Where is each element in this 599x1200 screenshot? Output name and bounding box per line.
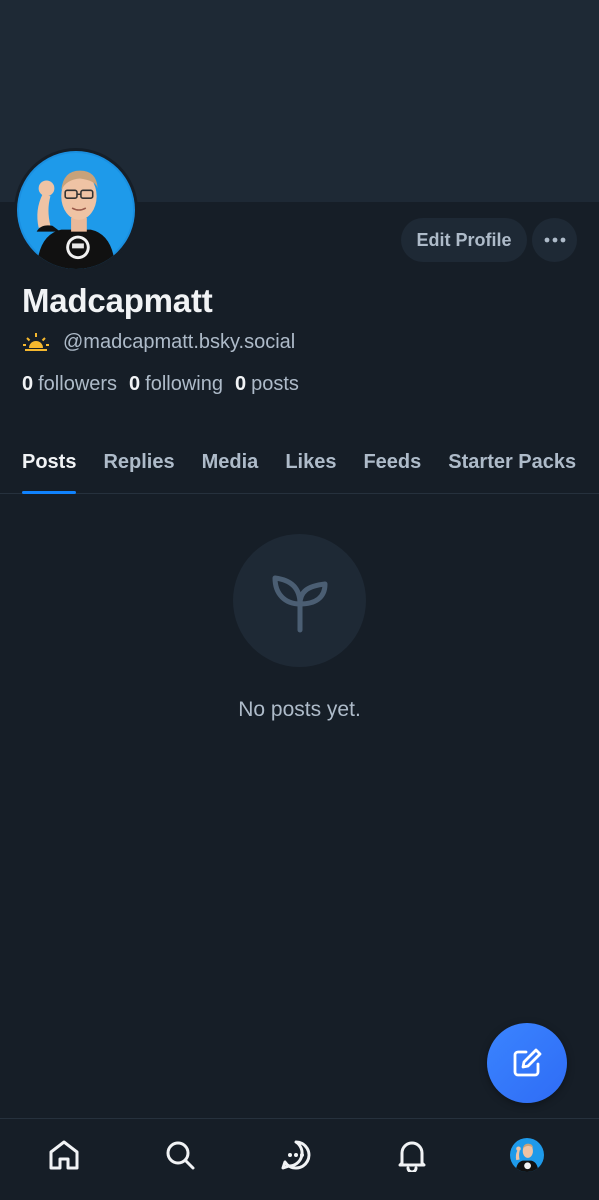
home-icon <box>49 1140 79 1170</box>
followers-label: followers <box>38 373 118 395</box>
profile-tabs: Posts Replies Media Likes Feeds Starter … <box>0 430 599 494</box>
followers-stat[interactable]: 0 followers <box>22 373 117 396</box>
ellipsis-icon <box>544 237 565 243</box>
bottom-nav <box>0 1118 599 1200</box>
profile-handle: @madcapmatt.bsky.social <box>63 330 296 353</box>
posts-count: 0 <box>235 373 247 395</box>
chat-icon <box>281 1140 311 1170</box>
sprout-icon <box>272 575 327 632</box>
nav-home[interactable] <box>46 1137 82 1173</box>
handle-row: @madcapmatt.bsky.social <box>22 330 295 354</box>
empty-state-badge <box>233 534 366 667</box>
following-stat[interactable]: 0 following <box>129 373 223 396</box>
empty-state-text: No posts yet. <box>238 698 361 721</box>
profile-avatar-icon <box>510 1138 544 1172</box>
nav-notifications[interactable] <box>394 1137 430 1173</box>
search-icon <box>166 1141 195 1170</box>
nav-profile[interactable] <box>509 1137 545 1173</box>
profile-screen: Edit Profile Madcapmatt @madcapmatt.bsky… <box>0 0 599 1200</box>
tab-starter-packs[interactable]: Starter Packs <box>448 430 576 494</box>
bell-icon <box>398 1141 426 1172</box>
followers-count: 0 <box>22 373 34 395</box>
tab-replies[interactable]: Replies <box>103 430 174 494</box>
avatar-image <box>17 151 135 269</box>
nav-search[interactable] <box>162 1137 198 1173</box>
compose-icon <box>513 1048 542 1077</box>
more-options-button[interactable] <box>532 218 577 262</box>
edit-profile-button[interactable]: Edit Profile <box>401 218 527 262</box>
tab-posts[interactable]: Posts <box>22 430 77 494</box>
sunrise-icon <box>23 333 49 351</box>
compose-button[interactable] <box>487 1023 567 1103</box>
tab-media[interactable]: Media <box>202 430 259 494</box>
profile-stats: 0 followers 0 following 0 posts <box>22 373 311 396</box>
posts-label: posts <box>251 373 299 395</box>
nav-chat[interactable] <box>278 1137 314 1173</box>
profile-avatar[interactable] <box>14 148 138 272</box>
tab-likes[interactable]: Likes <box>285 430 336 494</box>
tab-feeds[interactable]: Feeds <box>363 430 421 494</box>
posts-stat: 0 posts <box>235 373 299 396</box>
display-name: Madcapmatt <box>22 282 213 319</box>
following-count: 0 <box>129 373 141 395</box>
following-label: following <box>145 373 223 395</box>
